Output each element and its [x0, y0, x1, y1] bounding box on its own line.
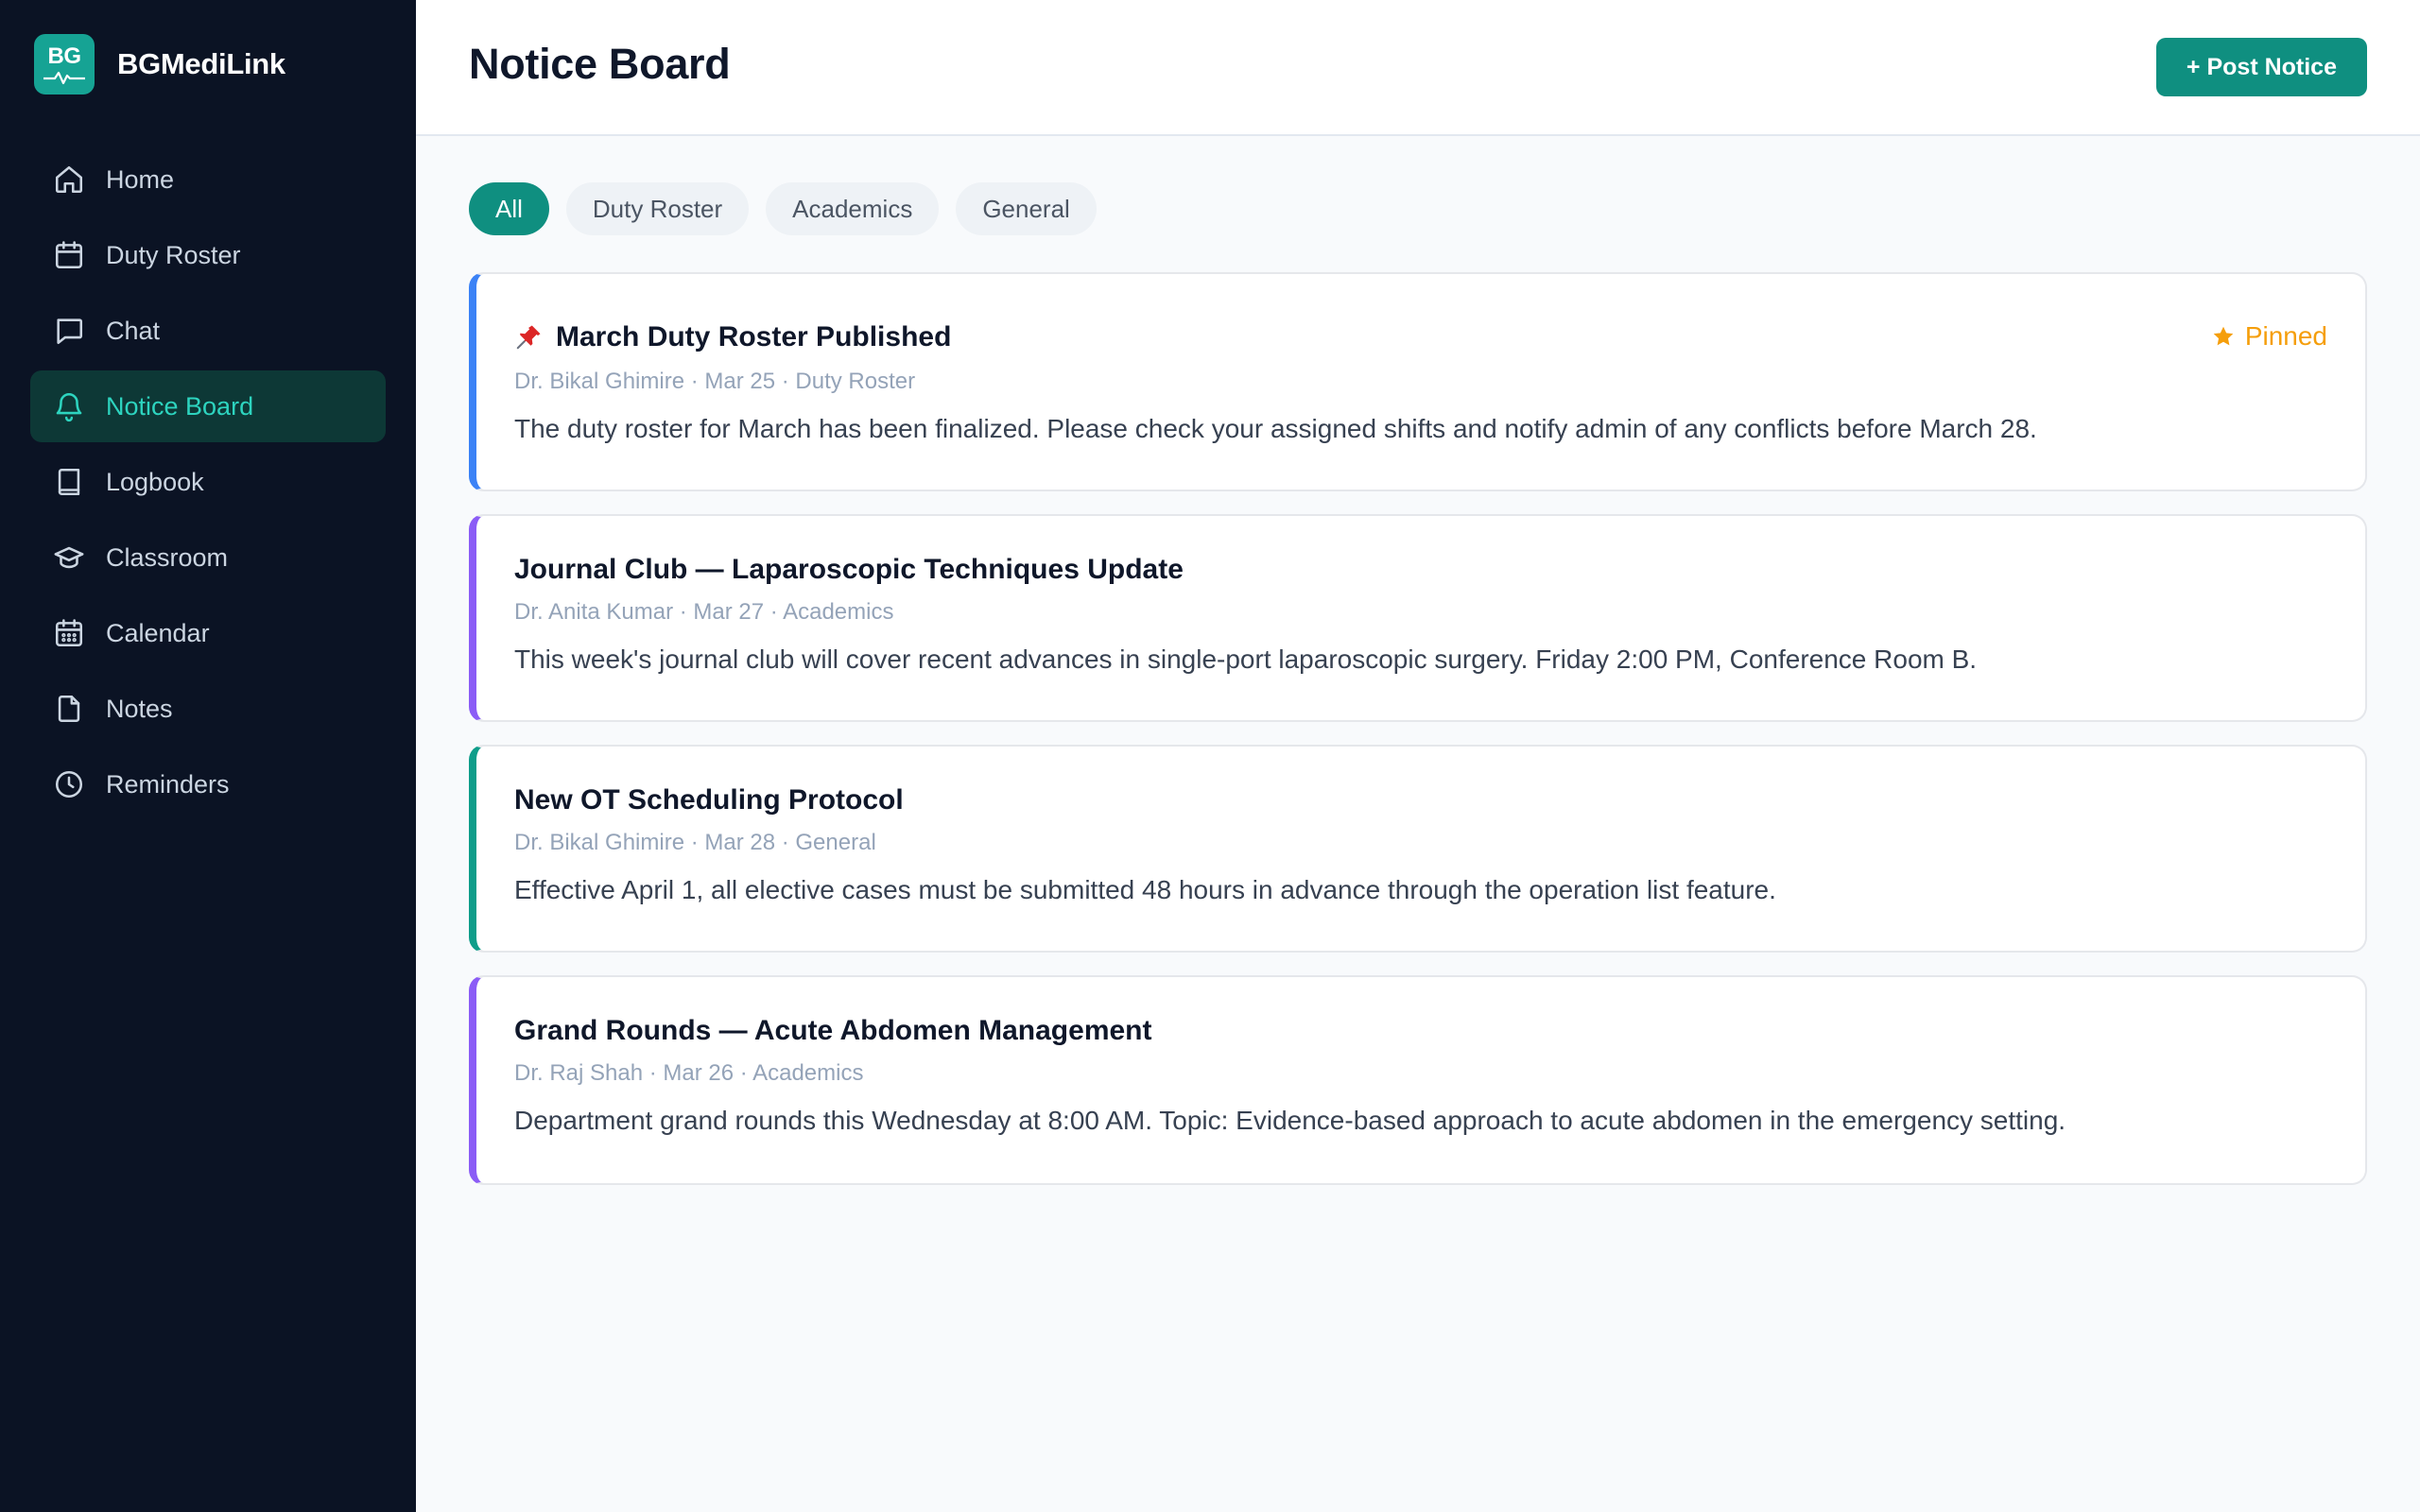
graduation-cap-icon [54, 546, 84, 569]
notice-title: New OT Scheduling Protocol [514, 784, 904, 816]
notice-title: Journal Club — Laparoscopic Techniques U… [514, 554, 1184, 586]
notice-card[interactable]: New OT Scheduling Protocol Dr. Bikal Ghi… [469, 745, 2367, 953]
notice-title-text: Grand Rounds — Acute Abdomen Management [514, 1015, 1152, 1046]
notice-meta: Dr. Anita Kumar · Mar 27 · Academics [514, 599, 894, 625]
pinned-badge: Pinned [2211, 321, 2327, 352]
sidebar-item-label: Home [106, 164, 175, 194]
notice-card[interactable]: Journal Club — Laparoscopic Techniques U… [469, 514, 2367, 722]
pushpin-icon [516, 325, 541, 350]
sidebar-item-notice-board[interactable]: Notice Board [30, 370, 386, 442]
sidebar-item-label: Duty Roster [106, 240, 241, 269]
sidebar: BG BGMediLink Home Duty Roster Chat Noti… [0, 0, 416, 1512]
notice-title-text: March Duty Roster Published [556, 321, 952, 352]
calendar-grid-icon [55, 619, 83, 647]
sidebar-item-label: Logbook [106, 467, 204, 496]
notice-card[interactable]: March Duty Roster Published Pinned Dr. B… [469, 272, 2367, 491]
heartbeat-icon [43, 71, 85, 85]
sidebar-item-notes[interactable]: Notes [30, 673, 386, 745]
sidebar-item-duty-roster[interactable]: Duty Roster [30, 219, 386, 291]
sidebar-item-label: Classroom [106, 542, 229, 572]
sidebar-item-label: Chat [106, 316, 161, 345]
file-icon [58, 695, 80, 723]
page-header: Notice Board + Post Notice [416, 0, 2420, 136]
notice-title-text: Journal Club — Laparoscopic Techniques U… [514, 554, 1184, 585]
filter-duty-roster[interactable]: Duty Roster [565, 182, 750, 235]
chat-icon [57, 318, 83, 345]
sidebar-item-label: Notes [106, 694, 173, 723]
sidebar-item-label: Calendar [106, 618, 210, 647]
filter-general[interactable]: General [956, 182, 1097, 235]
notice-list: March Duty Roster Published Pinned Dr. B… [469, 272, 2367, 1208]
app-logo: BG [34, 34, 95, 94]
filter-chips: All Duty Roster Academics General [469, 182, 1114, 235]
pinned-label: Pinned [2244, 321, 2327, 351]
star-icon [2213, 326, 2234, 346]
logo-text: BG [47, 43, 82, 69]
filter-academics[interactable]: Academics [766, 182, 940, 235]
sidebar-item-label: Reminders [106, 769, 230, 799]
notice-title: Grand Rounds — Acute Abdomen Management [514, 1015, 1152, 1047]
page-title: Notice Board [469, 40, 731, 88]
sidebar-nav: Home Duty Roster Chat Notice Board Logbo… [30, 144, 386, 824]
notice-title-text: New OT Scheduling Protocol [514, 784, 904, 816]
notice-body: Effective April 1, all elective cases mu… [514, 875, 1776, 904]
notice-meta: Dr. Bikal Ghimire · Mar 28 · General [514, 830, 876, 855]
sidebar-item-chat[interactable]: Chat [30, 295, 386, 367]
sidebar-item-logbook[interactable]: Logbook [30, 446, 386, 518]
notice-body: Department grand rounds this Wednesday a… [514, 1106, 2066, 1135]
post-notice-button[interactable]: + Post Notice [2155, 38, 2367, 96]
notice-card[interactable]: Grand Rounds — Acute Abdomen Management … [469, 975, 2367, 1185]
notice-body: The duty roster for March has been final… [514, 414, 2037, 443]
sidebar-item-label: Notice Board [106, 391, 254, 421]
app-name: BGMediLink [117, 47, 285, 80]
brand[interactable]: BG BGMediLink [34, 34, 285, 94]
sidebar-item-reminders[interactable]: Reminders [30, 748, 386, 820]
notice-meta: Dr. Raj Shah · Mar 26 · Academics [514, 1060, 864, 1086]
bell-icon [56, 393, 82, 422]
calendar-icon [55, 241, 83, 269]
notice-body: This week's journal club will cover rece… [514, 644, 1978, 674]
sidebar-item-classroom[interactable]: Classroom [30, 522, 386, 593]
clock-icon [55, 770, 83, 799]
sidebar-item-calendar[interactable]: Calendar [30, 597, 386, 669]
notice-title: March Duty Roster Published [514, 321, 951, 353]
filter-all[interactable]: All [469, 182, 549, 235]
home-icon [55, 165, 83, 194]
notice-meta: Dr. Bikal Ghimire · Mar 25 · Duty Roster [514, 369, 916, 394]
book-icon [58, 468, 80, 496]
sidebar-item-home[interactable]: Home [30, 144, 386, 215]
